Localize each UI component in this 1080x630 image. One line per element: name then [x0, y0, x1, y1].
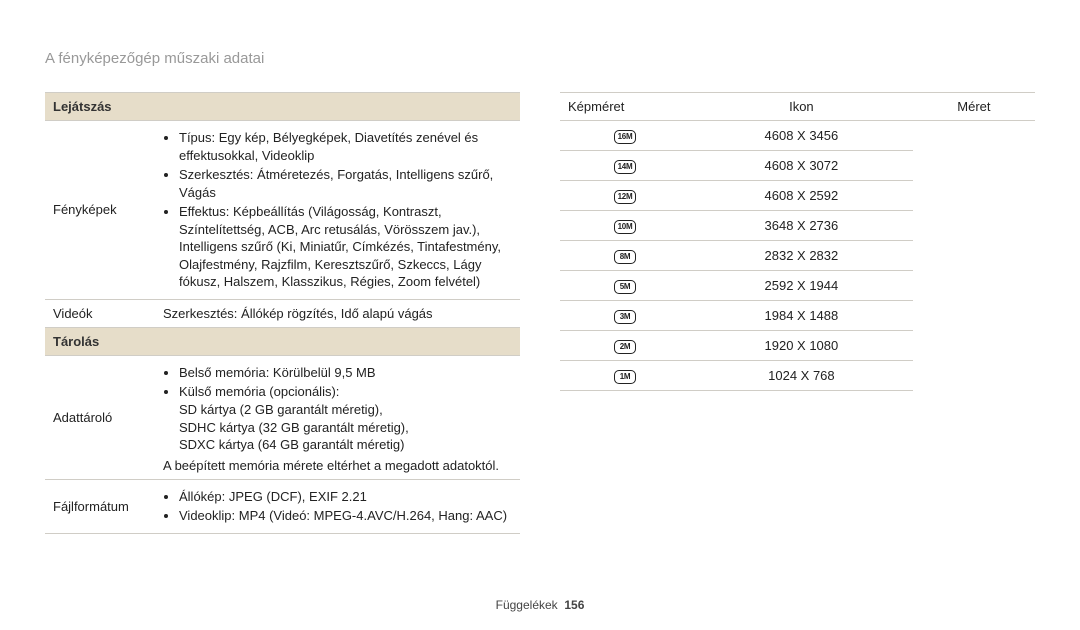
spec-table-left: Lejátszás Fényképek Típus: Egy kép, Bély…	[45, 92, 520, 534]
left-column: Lejátszás Fényképek Típus: Egy kép, Bély…	[45, 92, 520, 534]
resolution-icon: 5M	[614, 280, 636, 294]
section-header-storage: Tárolás	[45, 327, 520, 355]
row-label: Fényképek	[45, 121, 155, 300]
size-row: 1M 1024 X 768	[560, 361, 1035, 391]
size-value-cell: 2832 X 2832	[690, 241, 913, 271]
size-row: 8M 2832 X 2832	[560, 241, 1035, 271]
section-header-playback: Lejátszás	[45, 93, 520, 121]
bullet-item: Belső memória: Körülbelül 9,5 MB	[179, 364, 512, 382]
format-bullets: Állókép: JPEG (DCF), EXIF 2.21Videoklip:…	[163, 488, 512, 525]
footer-section: Függelékek	[496, 598, 558, 612]
sizes-rowlabel: Képméret	[560, 93, 690, 121]
sizes-header-size: Méret	[913, 93, 1035, 121]
media-note: A beépített memória mérete eltérhet a me…	[163, 458, 512, 473]
size-row: 3M 1984 X 1488	[560, 301, 1035, 331]
page-title: A fényképezőgép műszaki adatai	[45, 50, 1035, 67]
row-value: Szerkesztés: Állókép rögzítés, Idő alapú…	[155, 299, 520, 327]
size-icon-cell: 10M	[560, 211, 690, 241]
size-row: 10M 3648 X 2736	[560, 211, 1035, 241]
size-value-cell: 1984 X 1488	[690, 301, 913, 331]
bullet-item: Állókép: JPEG (DCF), EXIF 2.21	[179, 488, 512, 506]
size-icon-cell: 12M	[560, 181, 690, 211]
row-value: Belső memória: Körülbelül 9,5 MBKülső me…	[155, 355, 520, 479]
size-icon-cell: 16M	[560, 121, 690, 151]
sizes-header-row: Képméret Ikon Méret	[560, 93, 1035, 121]
size-row: 12M 4608 X 2592	[560, 181, 1035, 211]
size-row: 5M 2592 X 1944	[560, 271, 1035, 301]
size-icon-cell: 2M	[560, 331, 690, 361]
row-value: Típus: Egy kép, Bélyegképek, Diavetítés …	[155, 121, 520, 300]
size-value-cell: 1024 X 768	[690, 361, 913, 391]
row-photos: Fényképek Típus: Egy kép, Bélyegképek, D…	[45, 121, 520, 300]
row-value: Állókép: JPEG (DCF), EXIF 2.21Videoklip:…	[155, 479, 520, 533]
resolution-icon: 10M	[614, 220, 636, 234]
bullet-item: Külső memória (opcionális): SD kártya (2…	[179, 383, 512, 453]
sizes-header-icon: Ikon	[690, 93, 913, 121]
size-icon-cell: 5M	[560, 271, 690, 301]
bullet-item: Szerkesztés: Átméretezés, Forgatás, Inte…	[179, 166, 512, 201]
section-header-label: Lejátszás	[45, 93, 520, 121]
resolution-icon: 14M	[614, 160, 636, 174]
size-icon-cell: 3M	[560, 301, 690, 331]
size-icon-cell: 14M	[560, 151, 690, 181]
row-label: Videók	[45, 299, 155, 327]
bullet-item: Effektus: Képbeállítás (Világosság, Kont…	[179, 203, 512, 291]
resolution-icon: 8M	[614, 250, 636, 264]
size-value-cell: 3648 X 2736	[690, 211, 913, 241]
section-header-label: Tárolás	[45, 327, 520, 355]
size-value-cell: 4608 X 3072	[690, 151, 913, 181]
row-videos: Videók Szerkesztés: Állókép rögzítés, Id…	[45, 299, 520, 327]
photos-bullets: Típus: Egy kép, Bélyegképek, Diavetítés …	[163, 129, 512, 291]
row-format: Fájlformátum Állókép: JPEG (DCF), EXIF 2…	[45, 479, 520, 533]
resolution-icon: 16M	[614, 130, 636, 144]
row-label: Adattároló	[45, 355, 155, 479]
size-icon-cell: 1M	[560, 361, 690, 391]
resolution-icon: 2M	[614, 340, 636, 354]
right-column: Képméret Ikon Méret 16M 4608 X 3456 14M 460…	[560, 92, 1035, 534]
resolution-icon: 3M	[614, 310, 636, 324]
media-bullets: Belső memória: Körülbelül 9,5 MBKülső me…	[163, 364, 512, 454]
size-icon-cell: 8M	[560, 241, 690, 271]
resolution-icon: 12M	[614, 190, 636, 204]
size-value-cell: 4608 X 3456	[690, 121, 913, 151]
row-label: Fájlformátum	[45, 479, 155, 533]
bullet-item: Videoklip: MP4 (Videó: MPEG-4.AVC/H.264,…	[179, 507, 512, 525]
page-footer: Függelékek 156	[0, 598, 1080, 612]
size-row: 2M 1920 X 1080	[560, 331, 1035, 361]
row-media: Adattároló Belső memória: Körülbelül 9,5…	[45, 355, 520, 479]
size-row: 16M 4608 X 3456	[560, 121, 1035, 151]
resolution-icon: 1M	[614, 370, 636, 384]
size-value-cell: 2592 X 1944	[690, 271, 913, 301]
size-value-cell: 1920 X 1080	[690, 331, 913, 361]
footer-page-number: 156	[564, 598, 584, 612]
size-value-cell: 4608 X 2592	[690, 181, 913, 211]
content-columns: Lejátszás Fényképek Típus: Egy kép, Bély…	[45, 92, 1035, 534]
size-row: 14M 4608 X 3072	[560, 151, 1035, 181]
bullet-item: Típus: Egy kép, Bélyegképek, Diavetítés …	[179, 129, 512, 164]
image-size-table: Képméret Ikon Méret 16M 4608 X 3456 14M 460…	[560, 92, 1035, 391]
